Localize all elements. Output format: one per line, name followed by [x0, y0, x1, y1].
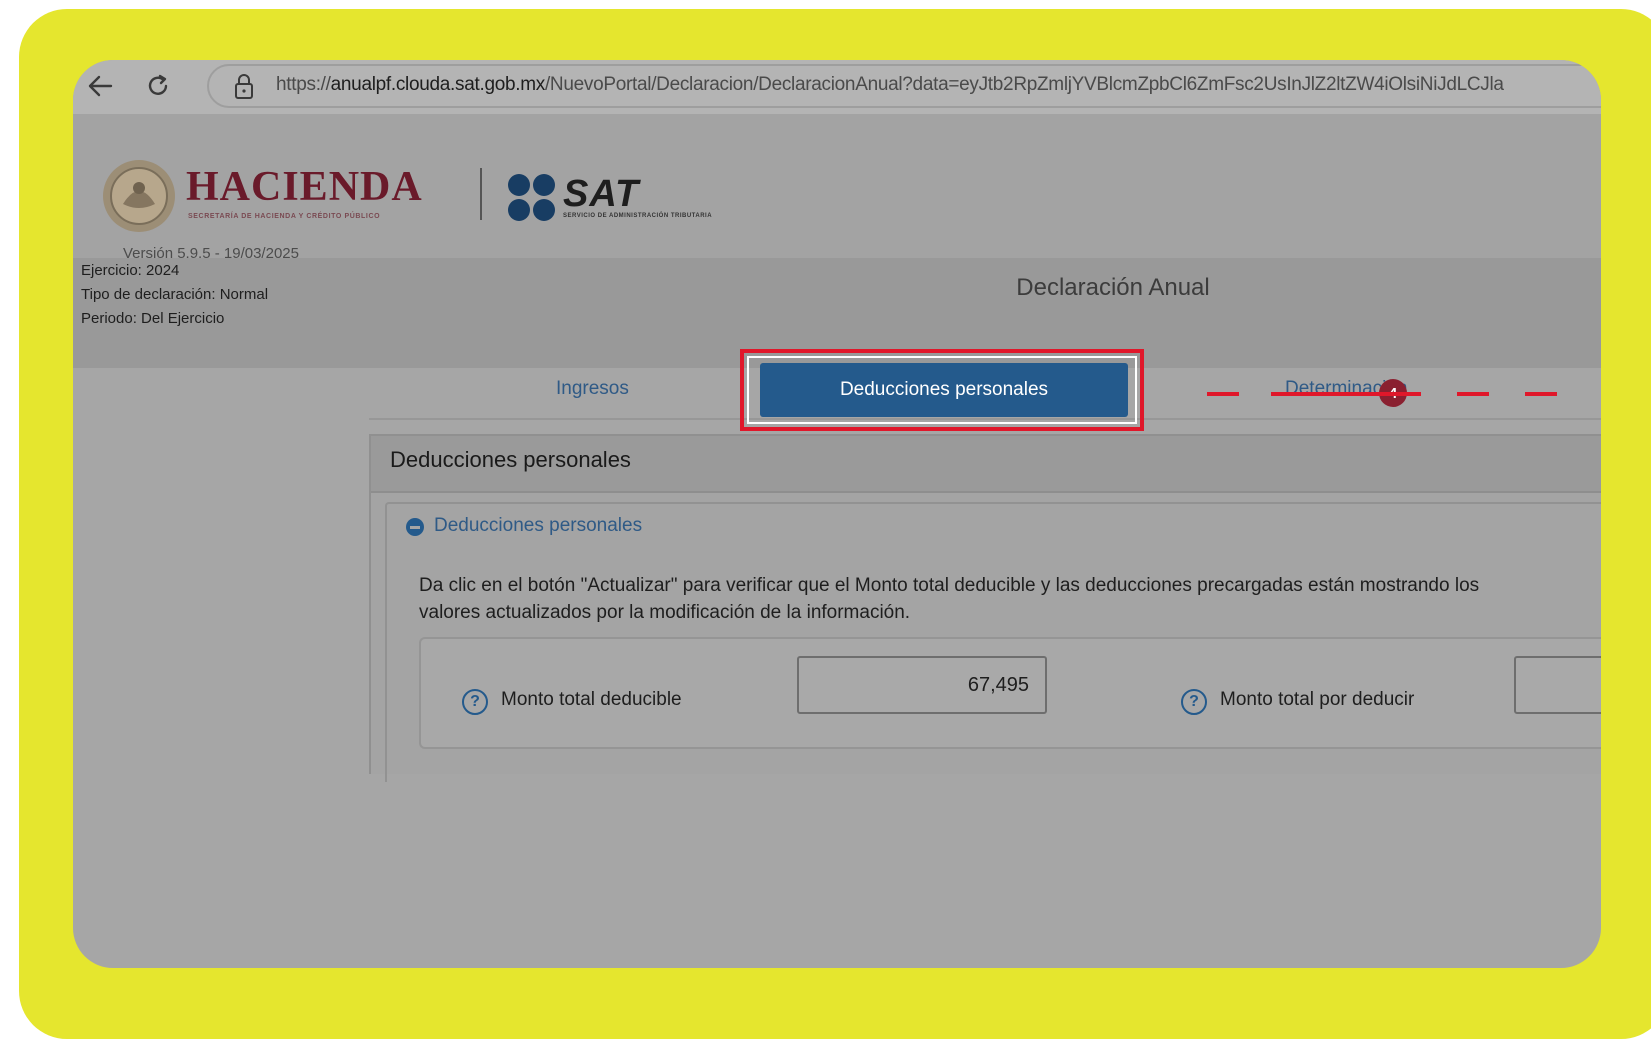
mexico-seal-icon [103, 160, 175, 232]
help-icon[interactable]: ? [462, 689, 488, 715]
url-host: anualpf.clouda.sat.gob.mx [330, 74, 546, 95]
reload-icon[interactable] [141, 69, 175, 103]
ejercicio-text: Ejercicio: 2024 [81, 262, 180, 279]
help-icon[interactable]: ? [1181, 689, 1207, 715]
browser-screenshot: https://anualpf.clouda.sat.gob.mx/NuevoP… [73, 60, 1601, 968]
lock-icon[interactable] [230, 72, 258, 102]
hacienda-subtitle: SECRETARÍA DE HACIENDA Y CRÉDITO PÚBLICO [188, 213, 381, 220]
hacienda-logo-text: HACIENDA [186, 164, 423, 210]
tab-ingresos[interactable]: Ingresos [556, 378, 629, 404]
callout-dash-1 [1207, 392, 1239, 396]
monto-por-deducir-label: Monto total por deducir [1220, 689, 1415, 710]
url-prefix: https:// [276, 74, 331, 95]
periodo-text: Periodo: Del Ejercicio [81, 310, 225, 327]
instructions-text: Da clic en el botón "Actualizar" para ve… [419, 575, 1480, 623]
section-title[interactable]: Deducciones personales [434, 515, 642, 537]
back-arrow-icon[interactable] [83, 69, 117, 103]
sat-subtitle: SERVICIO DE ADMINISTRACIÓN TRIBUTARIA [563, 213, 713, 219]
url-text[interactable]: https://anualpf.clouda.sat.gob.mx/NuevoP… [276, 74, 1504, 96]
monto-deducible-input[interactable] [797, 656, 1047, 714]
logo-divider [480, 168, 482, 220]
tipo-declaracion-text: Tipo de declaración: Normal [81, 286, 269, 303]
callout-dash-2 [1271, 392, 1421, 396]
page-title: Declaración Anual [1016, 274, 1210, 301]
callout-dash-4 [1525, 392, 1557, 396]
sat-logo-icon [508, 174, 555, 221]
monto-por-deducir-input[interactable] [1514, 656, 1601, 714]
collapse-minus-icon[interactable] [406, 518, 424, 536]
sat-logo-text: SAT [563, 173, 640, 215]
panel-title: Deducciones personales [390, 447, 631, 472]
version-text: Versión 5.9.5 - 19/03/2025 [123, 245, 299, 262]
highlight-inner-border [747, 356, 1137, 424]
browser-toolbar: https://anualpf.clouda.sat.gob.mx/NuevoP… [73, 60, 1601, 114]
monto-deducible-label: Monto total deducible [501, 689, 682, 710]
url-path: /NuevoPortal/Declaracion/DeclaracionAnua… [544, 74, 1504, 95]
callout-dash-3 [1457, 392, 1489, 396]
